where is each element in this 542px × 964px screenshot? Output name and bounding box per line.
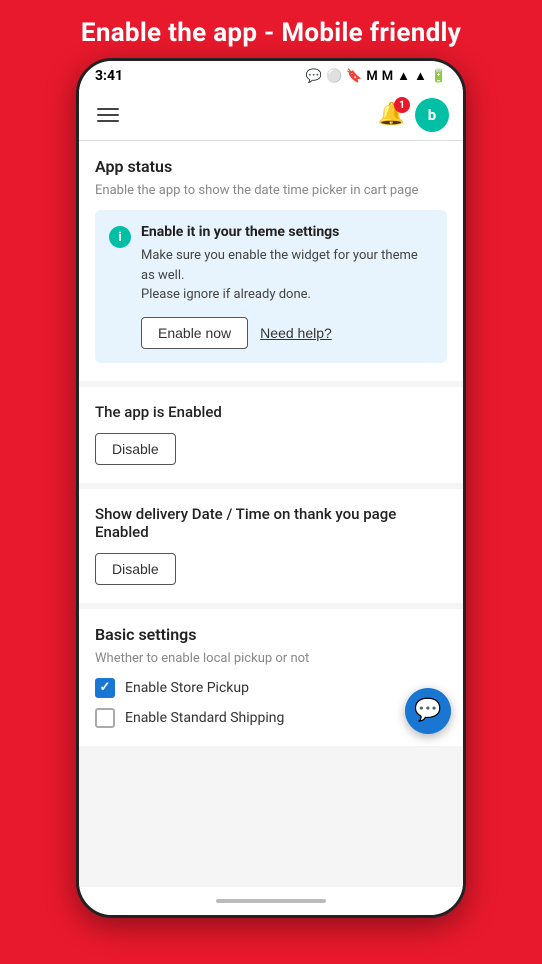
disable-app-button[interactable]: Disable: [95, 433, 176, 465]
enable-now-button[interactable]: Enable now: [141, 317, 248, 349]
chat-fab-icon: 💬: [414, 698, 441, 723]
status-time: 3:41: [95, 68, 123, 84]
circle-icon: ⚪: [326, 69, 342, 84]
app-enabled-status: The app is Enabled: [95, 403, 447, 421]
bottom-home-indicator: [216, 899, 326, 903]
hamburger-menu-button[interactable]: [93, 104, 123, 126]
theme-info-card: i Enable it in your theme settings Make …: [95, 210, 447, 363]
app-status-title: App status: [95, 157, 447, 176]
need-help-link[interactable]: Need help?: [260, 318, 332, 348]
page-header-title: Enable the app - Mobile friendly: [81, 18, 461, 48]
info-card-text: Make sure you enable the widget for your…: [141, 246, 433, 305]
enable-standard-shipping-label: Enable Standard Shipping: [125, 710, 284, 726]
enable-store-pickup-label: Enable Store Pickup: [125, 680, 249, 696]
info-card-title: Enable it in your theme settings: [141, 224, 433, 240]
phone-bottom-bar: [79, 887, 463, 915]
mail-icon: M: [366, 69, 377, 84]
mail2-icon: M: [382, 69, 393, 84]
basic-settings-section: Basic settings Whether to enable local p…: [79, 609, 463, 746]
app-status-section: App status Enable the app to show the da…: [79, 141, 463, 381]
battery-icon: 🔋: [431, 69, 447, 84]
content-area: App status Enable the app to show the da…: [79, 141, 463, 887]
page-header: Enable the app - Mobile friendly: [0, 0, 542, 58]
avatar[interactable]: b: [415, 98, 449, 132]
app-bar-actions: 🔔 1 b: [378, 98, 449, 132]
signal-icon: ▲: [397, 68, 410, 84]
bookmark-icon: 🔖: [346, 69, 362, 84]
phone-frame: 3:41 💬 ⚪ 🔖 M M ▲ ▲ 🔋 🔔 1 b: [76, 58, 466, 918]
info-card-body: Enable it in your theme settings Make su…: [141, 224, 433, 349]
enable-standard-shipping-row[interactable]: Enable Standard Shipping: [95, 708, 447, 728]
checkmark-icon: ✓: [100, 680, 111, 695]
basic-settings-title: Basic settings: [95, 625, 447, 644]
delivery-date-section: Show delivery Date / Time on thank you p…: [79, 489, 463, 603]
status-bar: 3:41 💬 ⚪ 🔖 M M ▲ ▲ 🔋: [79, 61, 463, 89]
app-status-description: Enable the app to show the date time pic…: [95, 182, 447, 200]
notification-bell-button[interactable]: 🔔 1: [378, 102, 405, 127]
status-icons: 💬 ⚪ 🔖 M M ▲ ▲ 🔋: [306, 68, 447, 84]
wifi-icon: ▲: [414, 68, 427, 84]
notification-badge: 1: [394, 97, 410, 113]
basic-settings-description: Whether to enable local pickup or not: [95, 650, 447, 668]
info-icon: i: [109, 226, 131, 248]
disable-delivery-button[interactable]: Disable: [95, 553, 176, 585]
enable-store-pickup-checkbox[interactable]: ✓: [95, 678, 115, 698]
chat-fab[interactable]: 💬: [405, 688, 451, 734]
enable-store-pickup-row[interactable]: ✓ Enable Store Pickup: [95, 678, 447, 698]
app-enabled-section: The app is Enabled Disable: [79, 387, 463, 483]
info-card-actions: Enable now Need help?: [141, 317, 433, 349]
delivery-date-status: Show delivery Date / Time on thank you p…: [95, 505, 447, 541]
whatsapp-icon: 💬: [306, 69, 322, 84]
enable-standard-shipping-checkbox[interactable]: [95, 708, 115, 728]
app-bar: 🔔 1 b: [79, 89, 463, 141]
